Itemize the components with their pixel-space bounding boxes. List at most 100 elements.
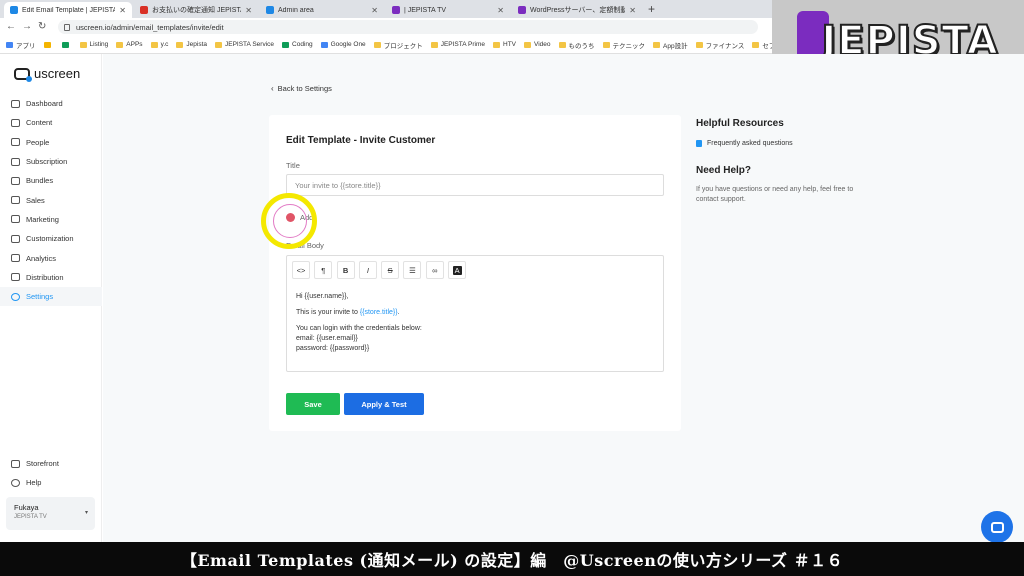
browser-tab-admin-area[interactable]: Admin area ✕ [260,2,384,18]
strikethrough-button[interactable]: S [381,261,400,279]
bookmark-item[interactable]: JEPISTA Service [215,41,274,48]
sidebar-item-customization[interactable]: Customization [0,229,102,248]
close-icon[interactable]: ✕ [119,6,126,15]
new-tab-button[interactable]: + [648,2,655,16]
apply-test-button[interactable]: Apply & Test [344,393,424,415]
sidebar-item-subscription[interactable]: Subscription [0,152,102,171]
title-label: Title [286,161,300,170]
sidebar-item-settings[interactable]: Settings [0,286,102,307]
tab-label: | JEPISTA TV [404,6,447,14]
folder-icon [150,41,158,48]
bookmark-item[interactable]: ものうち [558,40,595,50]
bookmark-item[interactable]: JEPISTA Prime [430,41,485,48]
sidebar-item-bundles[interactable]: Bundles [0,171,102,190]
sidebar-item-marketing[interactable]: Marketing [0,210,102,229]
folder-icon [215,41,222,48]
bullet-list-button[interactable]: ☰ [403,261,422,279]
sidebar-item-storefront[interactable]: Storefront [0,454,102,473]
brand-name: uscreen [34,66,81,81]
sidebar-item-distribution[interactable]: Distribution [0,268,102,287]
email-body-editor[interactable]: <> ¶ B I S ☰ ∞ A Hi {{user.name}}, This … [286,255,664,372]
bookmark-item[interactable]: App設計 [653,40,688,50]
helpful-resources-panel: Helpful Resources Frequently asked quest… [696,118,876,205]
bookmark-item[interactable]: Jepista [176,41,207,48]
bookmark-item[interactable]: アプリ [6,40,36,50]
link-button[interactable]: ∞ [425,261,444,279]
folder-icon [524,41,531,48]
box-icon [11,176,20,185]
bookmark-item[interactable]: Video [524,41,551,48]
close-icon[interactable]: ✕ [629,6,636,15]
uscreen-favicon-icon [10,6,18,14]
bookmark-item[interactable] [43,41,54,48]
save-button[interactable]: Save [286,393,340,415]
sidebar-item-analytics[interactable]: Analytics [0,248,102,267]
bookmark-item[interactable]: HTV [493,41,516,48]
tab-label: Edit Email Template | JEPISTA TV [22,6,116,14]
refresh-icon [11,157,20,166]
close-icon[interactable]: ✕ [245,6,252,15]
code-view-button[interactable]: <> [292,261,310,279]
text-color-button[interactable]: A [448,261,467,279]
chevron-left-icon: ‹ [271,84,274,93]
close-icon[interactable]: ✕ [371,6,378,15]
chat-support-button[interactable] [981,511,1013,543]
sidebar-item-people[interactable]: People [0,133,102,152]
bookmark-item[interactable]: y.c [150,41,168,48]
bookmark-item[interactable]: Coding [282,41,313,48]
url-field[interactable]: uscreen.io/admin/email_templates/invite/… [58,20,758,34]
storefront-icon [11,459,20,468]
need-help-text: If you have questions or need any help, … [696,186,854,203]
account-switcher[interactable]: Fukaya JEPISTA TV ▾ [6,497,95,530]
close-icon[interactable]: ✕ [497,6,504,15]
bookmark-item[interactable]: テクニック [602,40,645,50]
browser-tab-gmail[interactable]: お支払いの確定通知 JEPISTA TV - ✕ [134,2,258,18]
sidebar-item-content[interactable]: Content [0,113,102,132]
greeting-line: Hi {{user.name}}, [296,293,349,300]
email-line: email: {{user.email}} [296,335,358,342]
tab-label: お支払いの確定通知 JEPISTA TV - [152,7,241,14]
megaphone-icon [11,215,20,224]
bookmark-favicon-icon [43,41,51,48]
video-caption: 【Email Templates (通知メール) の設定】編 @Uscreenの… [0,542,1024,576]
bookmark-item[interactable]: ファイナンス [695,40,744,50]
browser-tab-wordpress[interactable]: WordPressサーバー、定額制動画配 ✕ [512,2,642,18]
folder-icon [558,41,566,48]
bold-button[interactable]: B [336,261,355,279]
list-icon: ☰ [409,265,416,275]
bookmark-item[interactable]: APPs [116,41,143,48]
editor-toolbar: <> ¶ B I S ☰ ∞ A [292,261,470,279]
bookmark-item[interactable]: Google One [320,41,366,48]
invite-line: This is your invite to {{store.title}}. [296,309,400,316]
password-line: password: {{password}} [296,345,370,352]
store-title-variable: {{store.title}} [359,309,398,316]
bookmark-item[interactable] [61,41,72,48]
back-to-settings-link[interactable]: ‹ Back to Settings [271,84,332,93]
back-arrow-icon[interactable]: ← [6,20,16,34]
email-body-content[interactable]: Hi {{user.name}}, This is your invite to… [296,292,422,354]
book-icon [696,140,702,147]
forward-arrow-icon[interactable]: → [22,20,32,34]
italic-button[interactable]: I [358,261,377,279]
folder-icon [11,118,20,127]
bookmark-item[interactable]: Listing [79,41,108,48]
sidebar-item-sales[interactable]: Sales [0,190,102,209]
folder-icon [373,41,381,48]
paragraph-button[interactable]: ¶ [314,261,333,279]
brand-logo[interactable]: uscreen [14,66,81,82]
account-store: JEPISTA TV [14,514,47,520]
lock-icon [64,23,70,31]
sidebar-item-dashboard[interactable]: Dashboard [0,94,102,113]
reload-icon[interactable]: ↻ [38,20,46,34]
bookmark-item[interactable]: プロジェクト [373,40,423,50]
distribution-icon [11,273,20,282]
faq-link[interactable]: Frequently asked questions [696,140,876,147]
browser-tab-jepista[interactable]: | JEPISTA TV ✕ [386,2,510,18]
folder-icon [430,41,438,48]
url-text: uscreen.io/admin/email_templates/invite/… [76,22,224,32]
browser-tab-edit-email[interactable]: Edit Email Template | JEPISTA TV ✕ [4,2,132,18]
sidebar-item-help[interactable]: Help [0,473,102,492]
chat-icon [990,521,1004,533]
title-input[interactable] [286,174,664,196]
page-title: Edit Template - Invite Customer [286,135,436,146]
